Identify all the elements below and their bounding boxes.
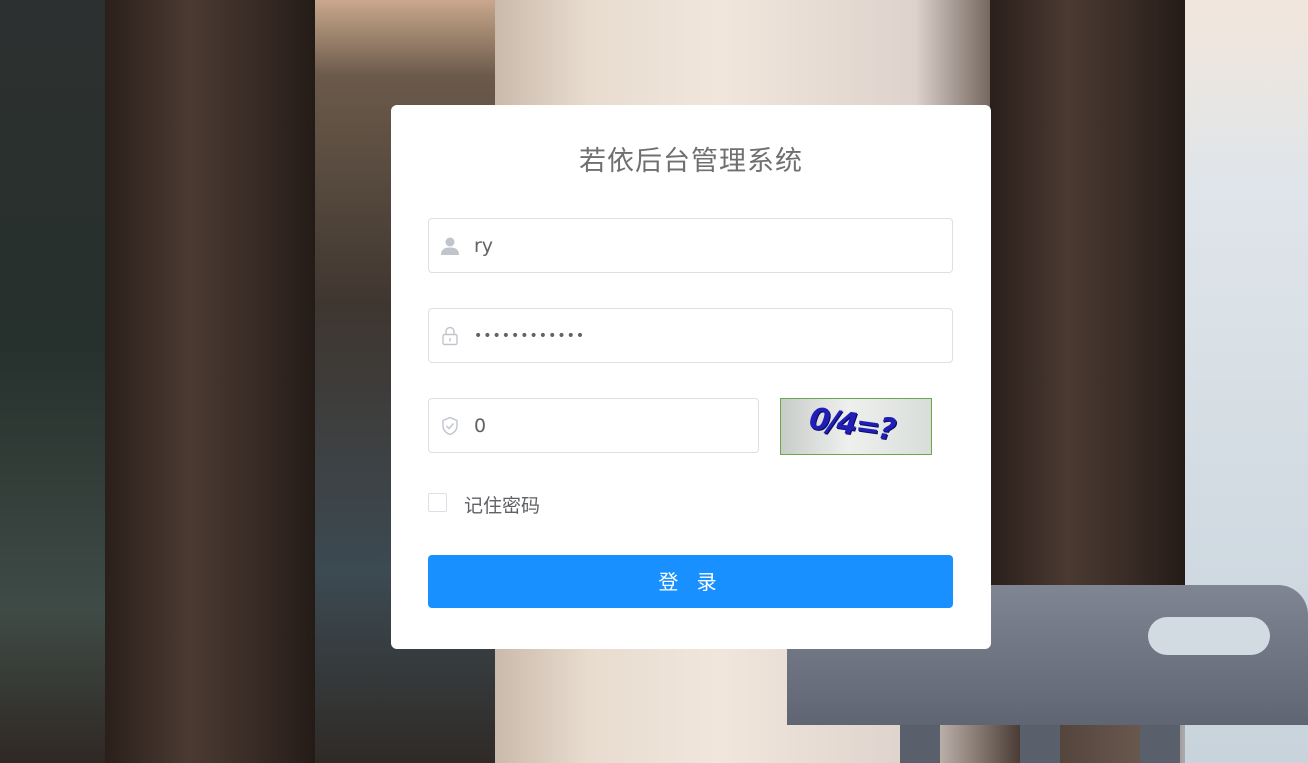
username-field[interactable] — [428, 218, 953, 273]
login-form: 若依后台管理系统 0/4=? 记住密码 登 录 — [391, 105, 991, 649]
lock-icon — [442, 326, 458, 346]
background-window-left — [0, 0, 105, 763]
captcha-field[interactable] — [428, 398, 759, 453]
background-chair-slat — [1140, 725, 1180, 763]
page-title: 若依后台管理系统 — [579, 146, 803, 177]
captcha-input[interactable] — [474, 399, 743, 452]
background-wooden-post-left — [105, 0, 315, 763]
username-input[interactable] — [474, 219, 937, 272]
shield-check-icon — [442, 416, 458, 436]
password-input[interactable] — [474, 309, 937, 362]
captcha-image[interactable]: 0/4=? — [780, 398, 932, 455]
remember-password-label[interactable]: 记住密码 — [464, 491, 540, 518]
user-icon — [441, 237, 459, 255]
password-field[interactable] — [428, 308, 953, 363]
login-button[interactable]: 登 录 — [428, 555, 953, 608]
background-chair-handle — [1148, 617, 1270, 655]
background-wooden-post-right — [990, 0, 1185, 600]
background-chair-slat — [900, 725, 940, 763]
captcha-image-text: 0/4=? — [806, 401, 897, 448]
checkbox-box[interactable] — [428, 493, 447, 512]
background-chair-slat — [1020, 725, 1060, 763]
